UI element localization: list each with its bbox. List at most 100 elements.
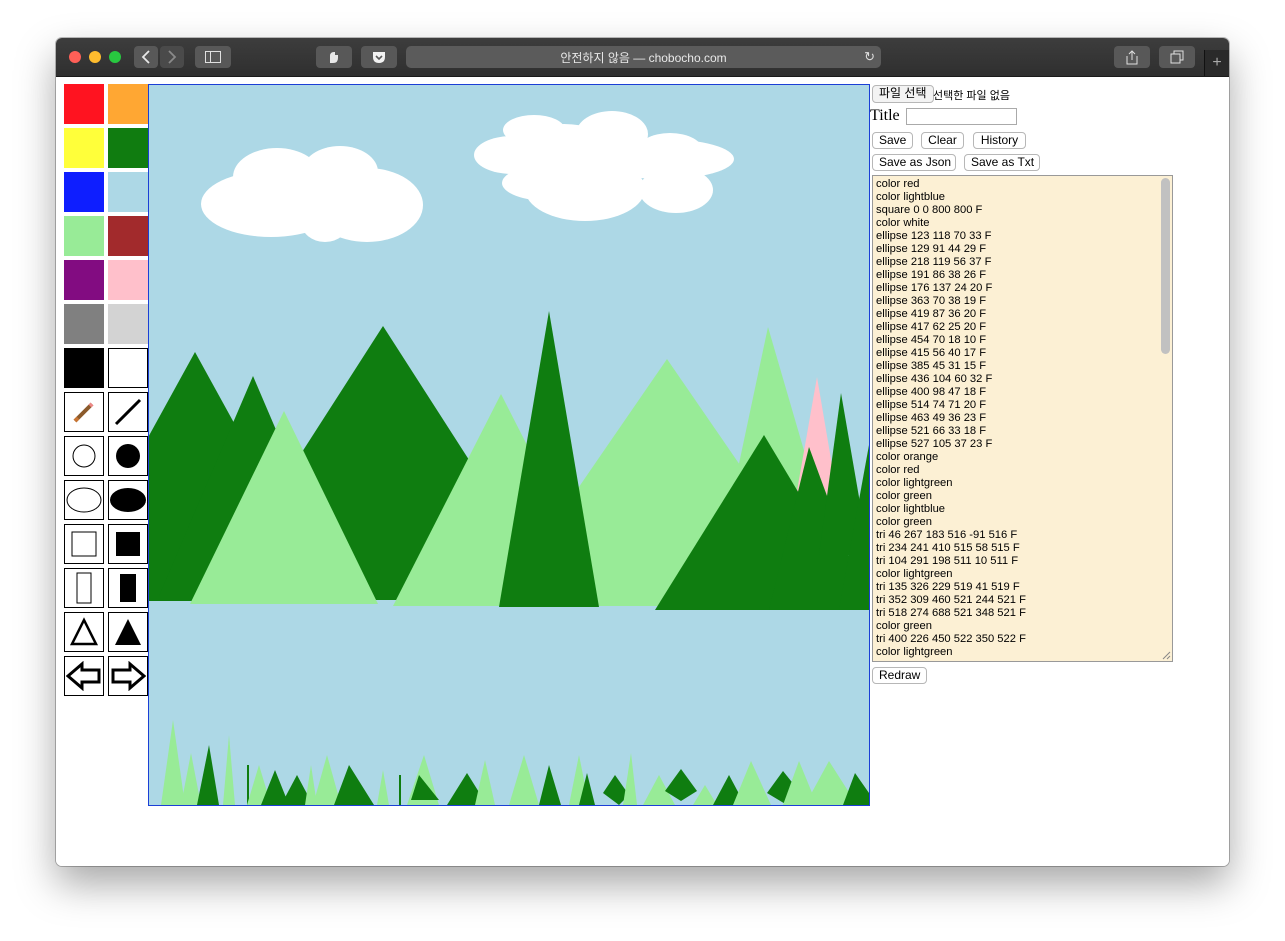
back-button[interactable]: [134, 46, 158, 68]
history-button[interactable]: History: [973, 132, 1026, 149]
script-line: square 0 0 800 800 F: [876, 204, 983, 216]
script-line: ellipse 417 62 25 20 F: [876, 321, 987, 333]
ellipse-filled-icon: [110, 488, 146, 512]
triangle-filled-tool-button[interactable]: [108, 612, 148, 652]
rectangle-filled-tool-button[interactable]: [108, 568, 148, 608]
rectangle-outline-tool-button[interactable]: [64, 568, 104, 608]
minimize-window-button[interactable]: [89, 51, 101, 63]
color-swatch-purple[interactable]: [64, 260, 104, 300]
triangle-outline-tool-button[interactable]: [64, 612, 104, 652]
script-line: color lightblue: [876, 503, 946, 515]
script-line: tri 234 241 410 515 58 515 F: [876, 542, 1020, 554]
script-line: tri 104 291 198 511 10 511 F: [876, 555, 1019, 567]
script-line: color red: [876, 178, 920, 190]
script-line: tri 518 274 688 521 348 521 F: [876, 607, 1026, 619]
redraw-button[interactable]: Redraw: [872, 667, 927, 684]
color-swatch-orange[interactable]: [108, 84, 148, 124]
color-swatch-yellow[interactable]: [64, 128, 104, 168]
pocket-button[interactable]: [361, 46, 397, 68]
color-swatch-brown[interactable]: [108, 216, 148, 256]
address-bar[interactable]: 안전하지 않음 — chobocho.com ↻: [406, 46, 881, 68]
browser-window: 안전하지 않음 — chobocho.com ↻ + 파일 선택 선택한 파일 …: [56, 38, 1229, 866]
rectangle-filled-icon: [120, 574, 136, 602]
script-line: color white: [876, 217, 930, 229]
file-status-text: 선택한 파일 없음: [933, 90, 1010, 102]
color-swatch-white[interactable]: [108, 348, 148, 388]
back-icon: [141, 50, 150, 64]
script-line: color orange: [876, 451, 939, 463]
clear-button[interactable]: Clear: [921, 132, 964, 149]
color-swatch-lightblue[interactable]: [108, 172, 148, 212]
reload-icon[interactable]: ↻: [864, 49, 875, 65]
color-swatch-red[interactable]: [64, 84, 104, 124]
color-swatch-blue[interactable]: [64, 172, 104, 212]
line-tool-button[interactable]: [108, 392, 148, 432]
resize-handle-icon[interactable]: [1161, 650, 1171, 660]
zoom-window-button[interactable]: [109, 51, 121, 63]
close-window-button[interactable]: [69, 51, 81, 63]
sidebar-icon: [205, 51, 221, 63]
circle-filled-tool-button[interactable]: [108, 436, 148, 476]
circle-outline-icon: [72, 444, 96, 468]
script-line: ellipse 218 119 56 37 F: [876, 256, 992, 268]
script-lines: color red color lightblue square 0 0 800 8…: [876, 178, 1169, 659]
script-line: ellipse 415 56 40 17 F: [876, 347, 987, 359]
drawing-canvas[interactable]: [58, 84, 870, 806]
script-line: ellipse 436 104 60 32 F: [876, 373, 993, 385]
title-input[interactable]: [906, 108, 1017, 125]
script-line: tri 46 267 183 516 -91 516 F: [876, 529, 1018, 541]
forward-button[interactable]: [160, 46, 184, 68]
color-swatch-black[interactable]: [64, 348, 104, 388]
undo-arrow-icon: [66, 661, 101, 691]
color-swatch-green[interactable]: [108, 128, 148, 168]
script-line: tri 135 326 229 519 41 519 F: [876, 581, 1020, 593]
triangle-outline-icon: [69, 617, 99, 646]
script-line: color lightgreen: [876, 477, 953, 489]
script-line: color lightblue: [876, 191, 946, 203]
privacy-icon: [330, 52, 338, 63]
redo-arrow-icon: [111, 661, 146, 691]
pencil-tool-button[interactable]: [64, 392, 104, 432]
script-line: ellipse 191 86 38 26 F: [876, 269, 987, 281]
script-line: ellipse 129 91 44 29 F: [876, 243, 987, 255]
share-icon: [1126, 49, 1138, 64]
circle-filled-icon: [116, 444, 140, 468]
address-text: 안전하지 않음 — chobocho.com: [560, 50, 727, 65]
save-as-txt-button[interactable]: Save as Txt: [964, 154, 1040, 171]
script-line: color green: [876, 516, 932, 528]
line-icon: [114, 398, 142, 426]
file-choose-button[interactable]: 파일 선택: [872, 85, 934, 103]
script-line: ellipse 400 98 47 18 F: [876, 386, 987, 398]
color-swatch-pink[interactable]: [108, 260, 148, 300]
save-as-json-button[interactable]: Save as Json: [872, 154, 956, 171]
color-swatch-lightgray[interactable]: [108, 304, 148, 344]
ellipse-outline-icon: [66, 487, 102, 513]
script-textarea[interactable]: color red color lightblue square 0 0 800 8…: [872, 175, 1173, 662]
script-line: ellipse 514 74 71 20 F: [876, 399, 987, 411]
tabs-icon: [1170, 50, 1184, 64]
square-outline-icon: [71, 531, 97, 557]
script-line: color red: [876, 464, 920, 476]
circle-outline-tool-button[interactable]: [64, 436, 104, 476]
tabs-overview-button[interactable]: [1159, 46, 1195, 68]
square-outline-tool-button[interactable]: [64, 524, 104, 564]
save-button[interactable]: Save: [872, 132, 913, 149]
redo-tool-button[interactable]: [108, 656, 148, 696]
color-swatch-lightgreen[interactable]: [64, 216, 104, 256]
rectangle-outline-icon: [76, 572, 92, 604]
canvas-drawing: [58, 111, 869, 805]
sidebar-button[interactable]: [195, 46, 231, 68]
ellipse-outline-tool-button[interactable]: [64, 480, 104, 520]
color-swatch-gray[interactable]: [64, 304, 104, 344]
script-line: ellipse 463 49 36 23 F: [876, 412, 987, 424]
undo-tool-button[interactable]: [64, 656, 104, 696]
ellipse-filled-tool-button[interactable]: [108, 480, 148, 520]
script-line: color green: [876, 620, 932, 632]
square-filled-tool-button[interactable]: [108, 524, 148, 564]
textarea-scrollbar[interactable]: [1161, 178, 1170, 354]
square-filled-icon: [116, 532, 140, 556]
new-tab-button[interactable]: +: [1204, 50, 1229, 76]
pencil-icon: [73, 402, 94, 423]
privacy-button[interactable]: [316, 46, 352, 68]
share-button[interactable]: [1114, 46, 1150, 68]
